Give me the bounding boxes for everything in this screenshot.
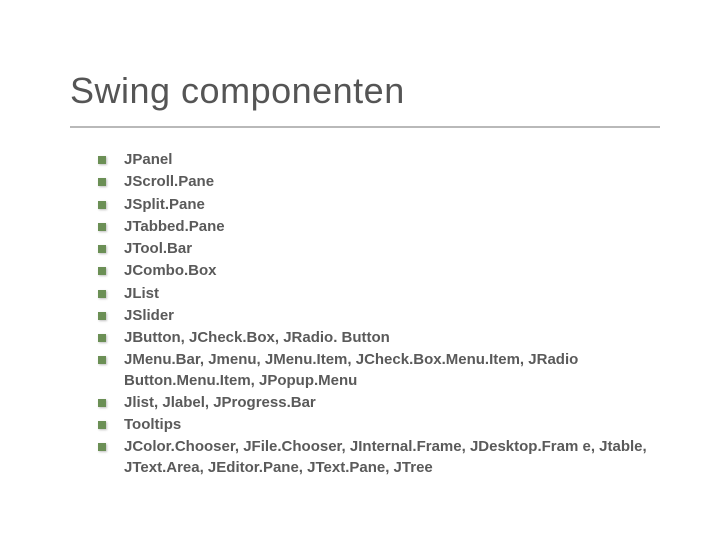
title-underline <box>70 126 660 128</box>
bullet-list: JPanel JScroll.Pane JSplit.Pane JTabbed.… <box>70 150 660 478</box>
list-item: JSlider <box>98 306 660 326</box>
list-item: JButton, JCheck.Box, JRadio. Button <box>98 328 660 348</box>
list-item: JList <box>98 284 660 304</box>
list-item: JScroll.Pane <box>98 172 660 192</box>
list-item: JMenu.Bar, Jmenu, JMenu.Item, JCheck.Box… <box>98 350 660 391</box>
list-item: Jlist, Jlabel, JProgress.Bar <box>98 393 660 413</box>
list-item: JPanel <box>98 150 660 170</box>
list-item: JColor.Chooser, JFile.Chooser, JInternal… <box>98 437 660 478</box>
list-item: JSplit.Pane <box>98 195 660 215</box>
list-item: Tooltips <box>98 415 660 435</box>
list-item: JTool.Bar <box>98 239 660 259</box>
slide: Swing componenten JPanel JScroll.Pane JS… <box>0 0 720 540</box>
page-title: Swing componenten <box>70 70 660 112</box>
list-item: JCombo.Box <box>98 261 660 281</box>
list-item: JTabbed.Pane <box>98 217 660 237</box>
